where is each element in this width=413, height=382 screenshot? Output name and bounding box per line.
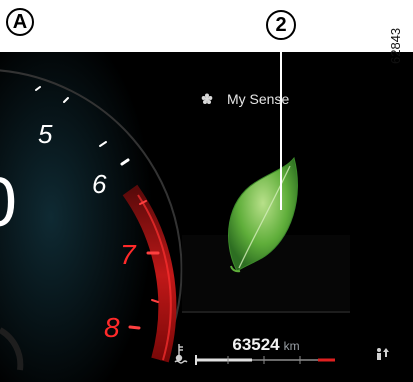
odometer-value: 63524	[232, 335, 280, 354]
drive-mode-label: My Sense	[215, 91, 325, 107]
speed-digit: 0	[0, 163, 17, 241]
tach-label-8: 8	[104, 312, 120, 343]
odometer: 63524 km	[196, 335, 336, 355]
drive-mode-text: My Sense	[227, 91, 290, 107]
figure-reference-code: 62843	[388, 27, 403, 64]
callout-label-2: 2	[266, 10, 296, 40]
odometer-unit: km	[283, 339, 300, 353]
tach-label-5: 5	[38, 119, 53, 149]
tach-label-6: 6	[92, 169, 107, 199]
instrument-cluster-display: 5 6 7 8 0	[0, 40, 413, 382]
tach-label-7: 7	[120, 239, 137, 270]
callout-label-a: A	[6, 8, 34, 36]
